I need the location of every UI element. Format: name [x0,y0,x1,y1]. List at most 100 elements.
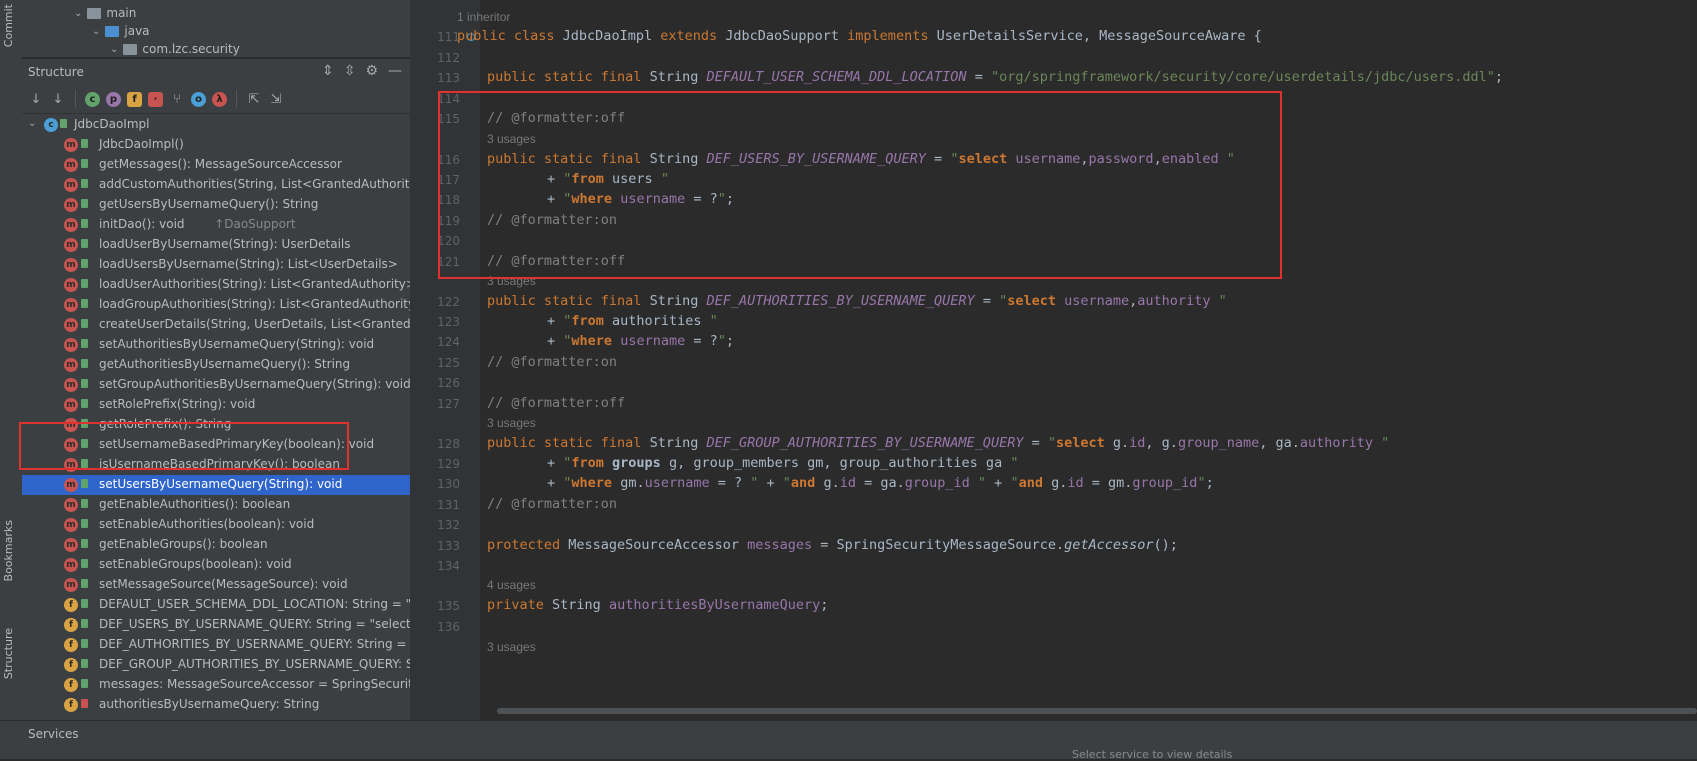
collapse-all-icon[interactable]: ⇳ [344,63,356,79]
structure-item[interactable]: m getAuthoritiesByUsernameQuery(): String [22,355,410,375]
public-access-icon [81,179,88,188]
structure-item[interactable]: m getUsersByUsernameQuery(): String [22,195,410,215]
class-icon: c [44,118,58,132]
structure-item[interactable]: f messages: MessageSourceAccessor = Sprin… [22,675,410,695]
public-access-icon [81,399,88,408]
usages-hint[interactable]: 3 usages [487,416,536,430]
structure-header: Structure ⇕ ⇳ ⚙ — [22,59,410,85]
editor-horizontal-scrollbar[interactable] [497,708,1697,714]
public-access-icon [81,139,88,148]
method-icon: m [64,278,78,292]
gear-icon[interactable]: ⚙ [365,63,378,79]
tree-node-java[interactable]: ⌄ java [92,24,150,38]
line-number: 113 [437,71,460,85]
private-access-icon [81,699,88,708]
structure-item[interactable]: m getEnableGroups(): boolean [22,535,410,555]
field-icon: f [64,598,78,612]
code-line-129: + "from groups g, group_members gm, grou… [547,455,1019,471]
structure-item[interactable]: m setMessageSource(MessageSource): void [22,575,410,595]
structure-item[interactable]: m loadUserByUsername(String): UserDetails [22,235,410,255]
code-line-130: + "where gm.username = ? " + "and g.id =… [547,475,1214,491]
structure-item[interactable]: m createUserDetails(String, UserDetails, … [22,315,410,335]
expand-all-icon[interactable]: ⇕ [322,63,334,79]
bookmarks-tab[interactable]: Bookmarks [2,520,15,581]
structure-item-label: DEF_USERS_BY_USERNAME_QUERY: String = "s… [99,617,410,631]
services-label[interactable]: Services [28,727,79,741]
public-access-icon [81,579,88,588]
structure-item[interactable]: m getEnableAuthorities(): boolean [22,495,410,515]
tree-node-package[interactable]: ⌄ com.lzc.security [110,42,240,56]
structure-item-label: loadUsersByUsername(String): List<UserDe… [99,257,398,271]
structure-tab[interactable]: Structure [2,628,15,679]
structure-item[interactable]: m setEnableGroups(boolean): void [22,555,410,575]
lambda-icon[interactable]: λ [212,91,227,107]
show-properties-icon[interactable]: p [106,91,121,107]
hierarchy-icon[interactable]: ⑂ [169,92,185,107]
method-icon: m [64,478,78,492]
structure-item[interactable]: m setGroupAuthoritiesByUsernameQuery(Stri… [22,375,410,395]
structure-item[interactable]: m setUsersByUsernameQuery(String): void [22,475,410,495]
structure-item[interactable]: f authoritiesByUsernameQuery: String [22,695,410,715]
code-line-122: public static final String DEF_AUTHORITI… [487,293,1227,309]
minimize-icon[interactable]: — [388,63,402,79]
structure-item[interactable]: f DEF_USERS_BY_USERNAME_QUERY: String = "… [22,615,410,635]
structure-item[interactable]: m loadGroupAuthorities(String): List<Gran… [22,295,410,315]
tree-node-main[interactable]: ⌄ main [74,6,136,20]
structure-item-label: setRolePrefix(String): void [99,397,256,411]
tree-node-label: java [124,24,150,38]
method-icon: m [64,338,78,352]
line-number: 131 [437,498,460,512]
commit-tab[interactable]: Commit [2,4,15,47]
structure-item[interactable]: m addCustomAuthorities(String, List<Grant… [22,175,410,195]
public-access-icon [81,239,88,248]
sort-alpha-icon[interactable]: ↓ [50,92,66,107]
public-access-icon [81,319,88,328]
folder-icon [87,7,102,19]
method-icon: m [64,358,78,372]
usages-hint[interactable]: 4 usages [487,578,536,592]
sort-visibility-icon[interactable]: ↓ [28,92,44,107]
structure-item[interactable]: f DEF_GROUP_AUTHORITIES_BY_USERNAME_QUERY… [22,655,410,675]
lock-icon[interactable]: · [148,91,163,107]
field-icon: f [64,658,78,672]
code-line-135: private String authoritiesByUsernameQuer… [487,597,829,613]
line-number: 125 [437,356,460,370]
line-number: 133 [437,539,460,553]
line-number: 128 [437,437,460,451]
structure-item[interactable]: f DEFAULT_USER_SCHEMA_DDL_LOCATION: Strin… [22,595,410,615]
public-access-icon [81,219,88,228]
inheritor-hint[interactable]: 1 inheritor [457,10,510,24]
structure-item[interactable]: m getMessages(): MessageSourceAccessor [22,155,410,175]
public-access-icon [81,299,88,308]
usages-hint[interactable]: 3 usages [487,640,536,654]
structure-item[interactable]: m loadUsersByUsername(String): List<UserD… [22,255,410,275]
panel-title: Structure [28,65,84,79]
structure-item[interactable]: m JdbcDaoImpl() [22,135,410,155]
structure-item[interactable]: m setAuthoritiesByUsernameQuery(String): … [22,335,410,355]
method-icon: m [64,378,78,392]
structure-item[interactable]: f DEF_AUTHORITIES_BY_USERNAME_QUERY: Stri… [22,635,410,655]
structure-item-label: setAuthoritiesByUsernameQuery(String): v… [99,337,375,351]
structure-item-label: initDao(): void [99,217,185,231]
chevron-down-icon: ⌄ [110,43,119,55]
structure-item[interactable]: m loadUserAuthorities(String): List<Grant… [22,275,410,295]
structure-root[interactable]: ⌄ c JdbcDaoImpl [22,115,410,135]
code-line-123: + "from authorities " [547,313,718,329]
structure-item[interactable]: m initDao(): void ↑DaoSupport [22,215,410,235]
line-number: 126 [437,376,460,390]
structure-item-label: loadGroupAuthorities(String): List<Grant… [99,297,410,311]
public-access-icon [81,259,88,268]
structure-item[interactable]: m setRolePrefix(String): void [22,395,410,415]
navigate-to-source-icon[interactable]: ⇲ [268,92,284,107]
structure-item[interactable]: m setEnableAuthorities(boolean): void [22,515,410,535]
navigate-from-source-icon[interactable]: ⇱ [246,92,262,107]
show-inherited-icon[interactable]: c [85,91,100,107]
method-icon: m [64,158,78,172]
field-icon: f [64,638,78,652]
structure-toolbar: ↓ ↓ c p f · ⑂ o λ ⇱ ⇲ [22,85,410,114]
anonymous-class-icon[interactable]: o [191,91,206,107]
structure-item-label: setEnableGroups(boolean): void [99,557,292,571]
public-access-icon [81,539,88,548]
public-access-icon [81,559,88,568]
show-fields-icon[interactable]: f [127,91,142,107]
